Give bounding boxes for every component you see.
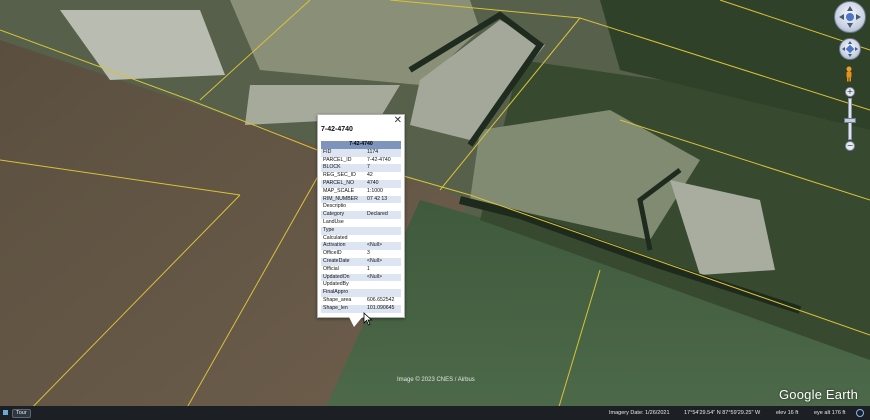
close-icon[interactable]: ✕ xyxy=(394,115,402,127)
table-row: LandUse xyxy=(321,218,401,227)
table-row: Category Declared xyxy=(321,211,401,219)
table-row: FinalAppro xyxy=(321,289,401,297)
table-row: PARCEL_ID 7-42-4740 xyxy=(321,156,401,165)
tour-button[interactable]: Tour xyxy=(12,409,31,418)
table-row: MAP_SCALE 1:1000 xyxy=(321,187,401,196)
table-header: 7-42-4740 xyxy=(321,141,401,149)
zoom-slider-thumb[interactable] xyxy=(844,118,856,123)
pegman-icon[interactable] xyxy=(844,66,854,82)
loading-icon xyxy=(856,409,864,417)
table-row: REG_SEC_ID 42 xyxy=(321,172,401,180)
table-row: Shape_area 606.652542 xyxy=(321,296,401,305)
table-row: OfficeID 3 xyxy=(321,250,401,258)
compass-look-control[interactable] xyxy=(834,1,866,33)
popup-title: 7-42-4740 xyxy=(321,126,353,133)
zoom-out-button[interactable]: − xyxy=(845,141,855,151)
table-row: Descriptio xyxy=(321,203,401,212)
table-row: Shape_len 101.090645 xyxy=(321,304,401,313)
imagery-attribution: Image © 2023 CNES / Airbus xyxy=(397,377,475,383)
imagery-date: Imagery Date: 1/26/2021 xyxy=(609,410,670,416)
table-row: UpdatedBy xyxy=(321,281,401,290)
table-row: Activation <Null> xyxy=(321,242,401,251)
tour-icon[interactable] xyxy=(3,410,8,415)
table-row: RIM_NUMBER 07 42 13 xyxy=(321,195,401,204)
status-bar: Tour Imagery Date: 1/26/2021 17°54'29.54… xyxy=(0,406,870,420)
table-row: Type xyxy=(321,226,401,235)
attributes-table: 7-42-4740 FID 1174 PARCEL_ID 7-42-4740 BLO… xyxy=(321,141,401,313)
parcel-info-popup: ✕ 7-42-4740 7-42-4740 FID 1174 PARCEL_ID 7… xyxy=(317,114,405,318)
table-row: CreateDate <Null> xyxy=(321,257,401,266)
table-row: FID 1174 xyxy=(321,148,401,157)
pan-control[interactable] xyxy=(839,38,861,60)
cursor-icon xyxy=(363,312,373,326)
table-row: Official 1 xyxy=(321,265,401,274)
elevation-readout: elev 16 ft xyxy=(776,410,799,416)
coordinates-readout: 17°54'29.54" N 87°59'29.25" W xyxy=(684,410,761,416)
google-earth-logo: Google Earth xyxy=(779,387,859,402)
table-row: PARCEL_NO 4740 xyxy=(321,179,401,188)
popup-pointer xyxy=(348,315,364,327)
eye-altitude-readout: eye alt 176 ft xyxy=(814,410,846,416)
look-center[interactable] xyxy=(846,13,854,21)
table-row: UpdatedOn <Null> xyxy=(321,273,401,282)
table-row: Calculated xyxy=(321,234,401,243)
table-row: BLOCK 7 xyxy=(321,164,401,173)
satellite-map[interactable] xyxy=(0,0,870,420)
zoom-in-button[interactable]: + xyxy=(845,87,855,97)
